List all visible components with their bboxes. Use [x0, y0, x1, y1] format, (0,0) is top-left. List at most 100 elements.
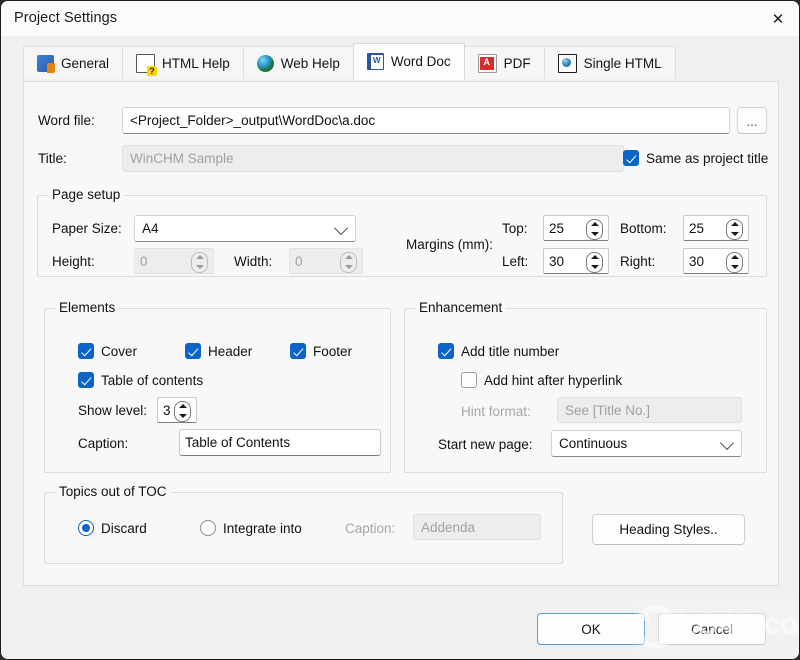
page-setup-group: Page setup Paper Size: A4 Height: 0 Widt… [37, 187, 767, 277]
stepper-arrows[interactable] [191, 251, 208, 273]
heading-styles-button[interactable]: Heading Styles.. [592, 514, 745, 545]
discard-radio[interactable]: Discard [78, 520, 147, 536]
project-settings-dialog: Project Settings ✕ General HTML Help Web… [0, 0, 800, 660]
stepper-arrows[interactable] [726, 251, 743, 273]
margin-bottom-label: Bottom: [620, 221, 667, 236]
html-help-icon [136, 53, 158, 76]
add-hint-after-hyperlink-checkbox[interactable]: Add hint after hyperlink [461, 372, 622, 388]
margin-top-value: 25 [549, 220, 565, 236]
height-label: Height: [52, 254, 95, 269]
integrate-into-radio[interactable]: Integrate into [200, 520, 302, 536]
word-doc-icon [366, 53, 384, 70]
width-stepper[interactable]: 0 [289, 248, 363, 274]
topics-out-of-toc-group-title: Topics out of TOC [55, 484, 171, 499]
tab-word-doc[interactable]: Word Doc [352, 43, 465, 80]
chevron-down-icon[interactable] [344, 264, 353, 269]
margin-bottom-stepper[interactable]: 25 [683, 215, 749, 241]
chevron-up-icon[interactable] [590, 255, 599, 260]
toc-caption-label: Caption: [78, 436, 129, 451]
single-html-icon [557, 53, 577, 73]
show-level-value: 3 [163, 402, 171, 418]
word-file-input[interactable]: <Project_Folder>_output\WordDoc\a.doc [122, 107, 730, 134]
margin-left-stepper[interactable]: 30 [543, 248, 609, 274]
web-help-icon [256, 54, 274, 72]
checkbox-box [185, 343, 201, 359]
chevron-up-icon[interactable] [344, 255, 353, 260]
width-label: Width: [234, 254, 273, 269]
same-as-project-title-checkbox[interactable]: Same as project title [623, 150, 768, 166]
browse-word-file-button[interactable]: ... [737, 107, 767, 134]
checkbox-box [78, 372, 94, 388]
tab-pdf[interactable]: PDF [463, 46, 545, 79]
toc-caption-input[interactable]: Table of Contents [179, 429, 381, 456]
chevron-up-icon[interactable] [178, 404, 187, 409]
general-icon [37, 54, 55, 73]
paper-size-select[interactable]: A4 [134, 215, 356, 242]
elements-group-title: Elements [55, 300, 120, 315]
radio-box [200, 520, 216, 536]
hint-format-input[interactable]: See [Title No.] [557, 397, 742, 423]
title-input[interactable]: WinCHM Sample [122, 145, 624, 172]
stepper-arrows[interactable] [340, 251, 357, 273]
table-of-contents-checkbox[interactable]: Table of contents [78, 372, 203, 388]
chevron-down-icon[interactable] [178, 413, 187, 418]
stepper-arrows[interactable] [586, 251, 603, 273]
chevron-down-icon[interactable] [195, 264, 204, 269]
add-title-number-checkbox[interactable]: Add title number [438, 343, 559, 359]
checkbox-box [461, 372, 477, 388]
ok-button[interactable]: OK [537, 613, 645, 645]
stepper-arrows[interactable] [174, 400, 191, 422]
chevron-down-icon[interactable] [590, 264, 599, 269]
radio-label: Integrate into [223, 520, 302, 536]
header-checkbox[interactable]: Header [185, 343, 252, 359]
chevron-up-icon[interactable] [590, 222, 599, 227]
margin-right-value: 30 [689, 253, 705, 269]
show-level-stepper[interactable]: 3 [157, 397, 197, 423]
checkbox-label: Add title number [461, 343, 560, 359]
chevron-down-icon [333, 220, 349, 235]
hint-format-label: Hint format: [461, 404, 531, 419]
cancel-button[interactable]: Cancel [658, 613, 766, 645]
height-stepper[interactable]: 0 [134, 248, 214, 274]
width-value: 0 [295, 253, 303, 269]
checkbox-box [78, 343, 94, 359]
radio-label: Discard [101, 520, 147, 536]
margin-bottom-value: 25 [689, 220, 705, 236]
height-value: 0 [140, 253, 148, 269]
margins-label: Margins (mm): [406, 237, 493, 252]
title-bar: Project Settings ✕ [1, 1, 799, 36]
topics-out-of-toc-group: Topics out of TOC Discard Integrate into… [44, 484, 563, 564]
paper-size-value: A4 [142, 221, 159, 236]
margin-top-stepper[interactable]: 25 [543, 215, 609, 241]
tab-single-html[interactable]: Single HTML [543, 46, 676, 79]
chevron-up-icon[interactable] [730, 255, 739, 260]
chevron-up-icon[interactable] [730, 222, 739, 227]
checkbox-box [438, 343, 454, 359]
pdf-icon [477, 53, 497, 73]
tab-general[interactable]: General [23, 46, 124, 79]
chevron-down-icon[interactable] [730, 231, 739, 236]
footer-checkbox[interactable]: Footer [290, 343, 352, 359]
tab-label: Word Doc [390, 54, 451, 69]
toc-out-caption-input[interactable]: Addenda [413, 514, 541, 540]
tab-html-help[interactable]: HTML Help [122, 46, 244, 79]
close-icon[interactable]: ✕ [755, 1, 799, 36]
cover-checkbox[interactable]: Cover [78, 343, 137, 359]
start-new-page-label: Start new page: [438, 437, 533, 452]
show-level-label: Show level: [78, 403, 148, 418]
margin-right-stepper[interactable]: 30 [683, 248, 749, 274]
radio-box [78, 520, 94, 536]
stepper-arrows[interactable] [726, 218, 743, 240]
start-new-page-select[interactable]: Continuous [551, 430, 742, 457]
checkbox-label: Table of contents [101, 372, 204, 388]
chevron-up-icon[interactable] [195, 255, 204, 260]
word-file-label: Word file: [38, 113, 95, 128]
chevron-down-icon[interactable] [590, 231, 599, 236]
chevron-down-icon[interactable] [730, 264, 739, 269]
margin-top-label: Top: [502, 221, 528, 236]
checkbox-box [290, 343, 306, 359]
stepper-arrows[interactable] [586, 218, 603, 240]
tab-web-help[interactable]: Web Help [242, 46, 354, 79]
margin-right-label: Right: [620, 254, 656, 269]
margin-left-value: 30 [549, 253, 565, 269]
